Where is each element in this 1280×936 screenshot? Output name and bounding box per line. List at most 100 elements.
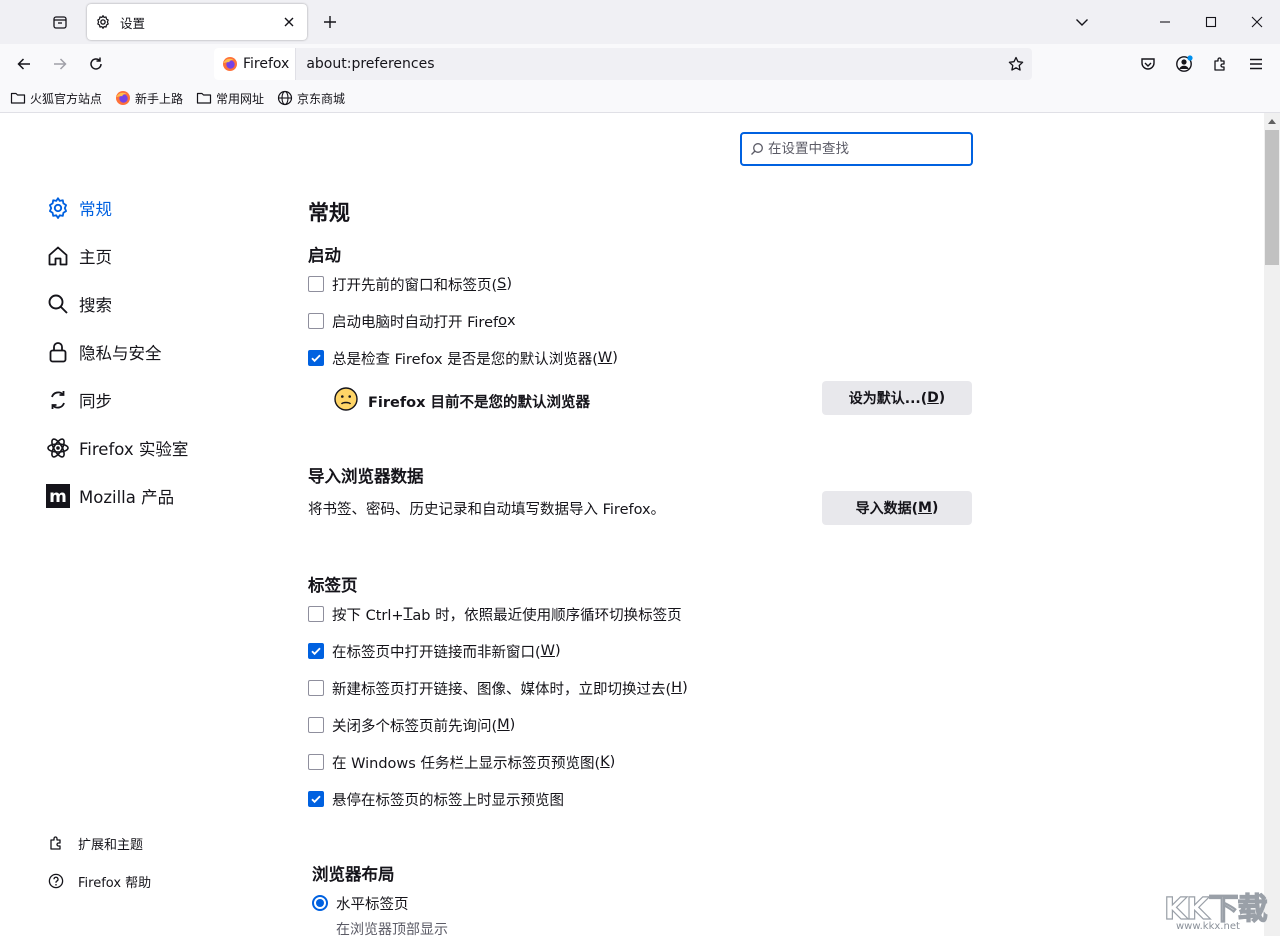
extensions-button[interactable] (1204, 48, 1236, 80)
svg-text:m: m (49, 487, 67, 507)
account-button[interactable] (1168, 48, 1200, 80)
bookmark-label: 京东商城 (297, 91, 346, 106)
option-restore-session[interactable]: 打开先前的窗口和标签页(S) (308, 274, 512, 294)
radio-selected[interactable] (312, 895, 328, 911)
sidebar-item-home[interactable]: 主页 (46, 242, 112, 270)
option-check-default-browser[interactable]: 总是检查 Firefox 是否是您的默认浏览器(W) (308, 348, 618, 368)
layout-heading: 浏览器布局 (312, 865, 395, 884)
sidebar-link-addons[interactable]: 扩展和主题 (47, 832, 143, 854)
forward-button[interactable] (44, 48, 76, 80)
search-icon (46, 292, 70, 316)
option-hover-previews[interactable]: 悬停在标签页的标签上时显示预览图 (308, 789, 564, 809)
checkmark-icon (311, 795, 321, 804)
star-icon (1008, 56, 1024, 71)
firefox-icon (222, 56, 238, 72)
sidebar-item-mozilla-products[interactable]: m Mozilla 产品 (46, 482, 174, 510)
puzzle-icon (47, 834, 65, 852)
scroll-up-button[interactable] (1264, 113, 1280, 129)
tab-settings[interactable]: 设置 (87, 4, 307, 40)
globe-icon (277, 90, 293, 106)
preferences-page: 常规 主页 搜索 隐私与安全 同步 Firefox 实验室 m Mozilla (0, 113, 1264, 936)
maximize-icon (1205, 16, 1217, 28)
sidebar-item-privacy[interactable]: 隐私与安全 (46, 338, 162, 366)
scroll-thumb[interactable] (1265, 130, 1279, 265)
sidebar-item-firefox-labs[interactable]: Firefox 实验室 (46, 434, 188, 462)
option-open-on-startup[interactable]: 启动电脑时自动打开 Firef o x (308, 311, 516, 331)
option-ctrl-tab[interactable]: 按下 Ctrl+ Tab 时，依照最近使用顺序循环切换标签页 (308, 604, 682, 624)
checkbox-checked[interactable] (308, 350, 324, 366)
option-warn-close-tabs[interactable]: 关闭多个标签页前先询问(M) (308, 715, 515, 735)
bookmark-item[interactable]: 新手上路 (115, 90, 183, 107)
import-heading: 导入浏览器数据 (308, 467, 424, 486)
watermark-logo: KK下载 www.kkx.net (1163, 884, 1280, 936)
checkbox[interactable] (308, 717, 324, 733)
bookmark-label: 火狐官方站点 (30, 91, 103, 106)
settings-search-box[interactable] (740, 132, 973, 166)
checkbox[interactable] (308, 680, 324, 696)
set-default-button[interactable]: 设为默认...(D) (822, 381, 972, 415)
mozilla-icon: m (46, 484, 70, 508)
arrow-right-icon (54, 58, 67, 70)
sidebar-item-label: Firefox 实验室 (79, 440, 189, 459)
back-button[interactable] (8, 48, 40, 80)
sidebar-item-search[interactable]: 搜索 (46, 290, 112, 318)
checkbox[interactable] (308, 754, 324, 770)
checkmark-icon (311, 354, 321, 363)
new-tab-button[interactable] (314, 6, 346, 38)
firefox-view-icon (53, 16, 67, 29)
identity-box[interactable]: Firefox (214, 48, 297, 80)
pocket-icon (1141, 58, 1155, 70)
default-browser-status: Firefox 目前不是您的默认浏览器 (368, 395, 591, 411)
caret-up-icon (1268, 119, 1276, 124)
sidebar-link-help[interactable]: Firefox 帮助 (47, 870, 151, 892)
url-bar[interactable]: Firefox about:preferences (214, 48, 1032, 80)
option-taskbar-previews[interactable]: 在 Windows 任务栏上显示标签页预览图(K) (308, 752, 615, 772)
option-links-in-tabs[interactable]: 在标签页中打开链接而非新窗口(W) (308, 641, 561, 661)
reload-button[interactable] (80, 48, 112, 80)
checkbox-checked[interactable] (308, 791, 324, 807)
sidebar-link-label: 扩展和主题 (78, 837, 144, 853)
page-scrollbar[interactable] (1264, 113, 1280, 936)
maximize-button[interactable] (1188, 0, 1234, 44)
sidebar-item-general[interactable]: 常规 (46, 194, 112, 222)
navigation-toolbar: Firefox about:preferences (0, 44, 1280, 84)
url-text[interactable]: about:preferences (306, 56, 1000, 72)
firefox-view-button[interactable] (44, 6, 76, 38)
sidebar-item-label: Mozilla 产品 (79, 488, 175, 507)
bookmark-item[interactable]: 常用网址 (196, 90, 264, 107)
hamburger-menu-icon (1250, 58, 1262, 70)
option-switch-to-new-tab[interactable]: 新建标签页打开链接、图像、媒体时，立即切换过去(H) (308, 678, 688, 698)
sidebar-item-label: 同步 (79, 392, 112, 411)
bookmark-item[interactable]: 京东商城 (277, 90, 345, 107)
checkbox[interactable] (308, 276, 324, 292)
import-data-button[interactable]: 导入数据(M) (822, 491, 972, 525)
minimize-icon (1160, 21, 1170, 23)
watermark-url: www.kkx.net (1176, 921, 1240, 932)
close-window-button[interactable] (1234, 0, 1280, 44)
account-icon (1176, 55, 1193, 72)
pocket-button[interactable] (1132, 48, 1164, 80)
app-menu-button[interactable] (1240, 48, 1272, 80)
lock-icon (46, 340, 70, 364)
checkbox[interactable] (308, 606, 324, 622)
bookmark-item[interactable]: 火狐官方站点 (10, 90, 102, 107)
sidebar-item-sync[interactable]: 同步 (46, 386, 112, 414)
option-horizontal-tabs[interactable]: 水平标签页 (312, 893, 409, 913)
checkbox-checked[interactable] (308, 643, 324, 659)
bookmark-star-button[interactable] (1000, 48, 1032, 80)
settings-search-input[interactable] (768, 141, 958, 157)
reload-icon (90, 57, 102, 70)
sidebar-link-label: Firefox 帮助 (78, 875, 152, 891)
folder-icon (196, 90, 212, 106)
sidebar-item-label: 搜索 (79, 296, 112, 315)
minimize-button[interactable] (1142, 0, 1188, 44)
list-all-tabs-button[interactable] (1066, 6, 1098, 38)
checkbox[interactable] (308, 313, 324, 329)
gear-icon (46, 196, 70, 220)
tab-title: 设置 (120, 15, 146, 31)
close-tab-button[interactable] (279, 12, 299, 32)
sad-face-icon (334, 387, 358, 411)
page-title: 常规 (308, 201, 350, 225)
bookmark-label: 常用网址 (216, 91, 265, 106)
close-icon (1251, 16, 1263, 28)
